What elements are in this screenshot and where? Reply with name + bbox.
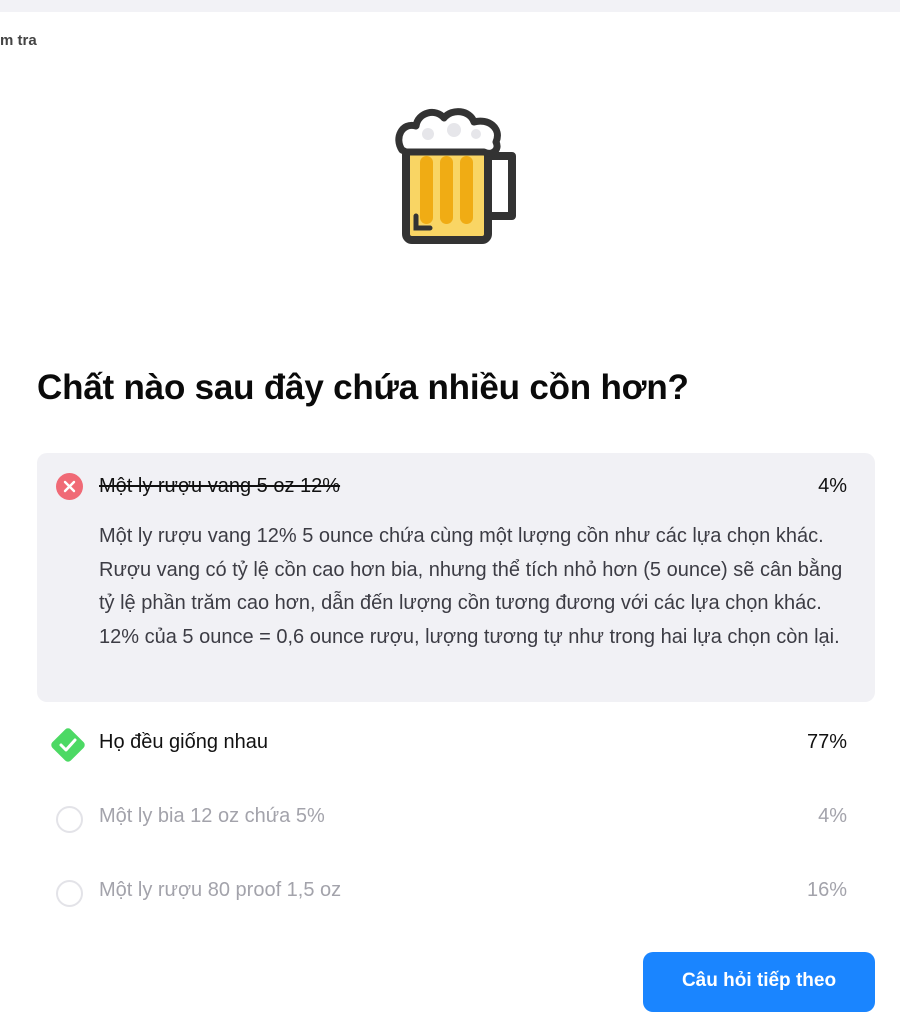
answer-explanation: Một ly rượu vang 12% 5 ounce chứa cùng m… <box>99 525 843 648</box>
answer-option-3[interactable]: Một ly bia 12 oz chứa 5% 4% <box>37 797 875 837</box>
answer-option-2[interactable]: Họ đều giống nhau 77% <box>37 723 875 763</box>
question-title: Chất nào sau đây chứa nhiều cồn hơn? <box>37 368 689 407</box>
breadcrumb[interactable]: m tra <box>0 32 37 49</box>
next-question-button[interactable]: Câu hỏi tiếp theo <box>643 952 875 1012</box>
radio-circle-icon <box>56 806 83 833</box>
beer-mug-icon <box>392 104 522 246</box>
answer-option-4[interactable]: Một ly rượu 80 proof 1,5 oz 16% <box>37 871 875 911</box>
answer-option-1[interactable]: Một ly rượu vang 5 oz 12% 4% Một ly rượu… <box>37 453 875 702</box>
answer-percent: 4% <box>818 805 847 827</box>
top-bar <box>0 0 900 12</box>
answer-label: Một ly rượu 80 proof 1,5 oz <box>99 879 342 901</box>
correct-check-icon <box>49 726 87 769</box>
answer-label: Một ly bia 12 oz chứa 5% <box>99 805 325 827</box>
radio-circle-icon <box>56 880 83 907</box>
answer-percent: 16% <box>806 879 847 901</box>
answer-label: Một ly rượu vang 5 oz 12% <box>99 475 341 497</box>
answer-percent: 4% <box>818 475 847 497</box>
answer-percent: 77% <box>806 731 847 753</box>
answer-label: Họ đều giống nhau <box>99 731 269 753</box>
incorrect-x-icon <box>56 473 83 500</box>
